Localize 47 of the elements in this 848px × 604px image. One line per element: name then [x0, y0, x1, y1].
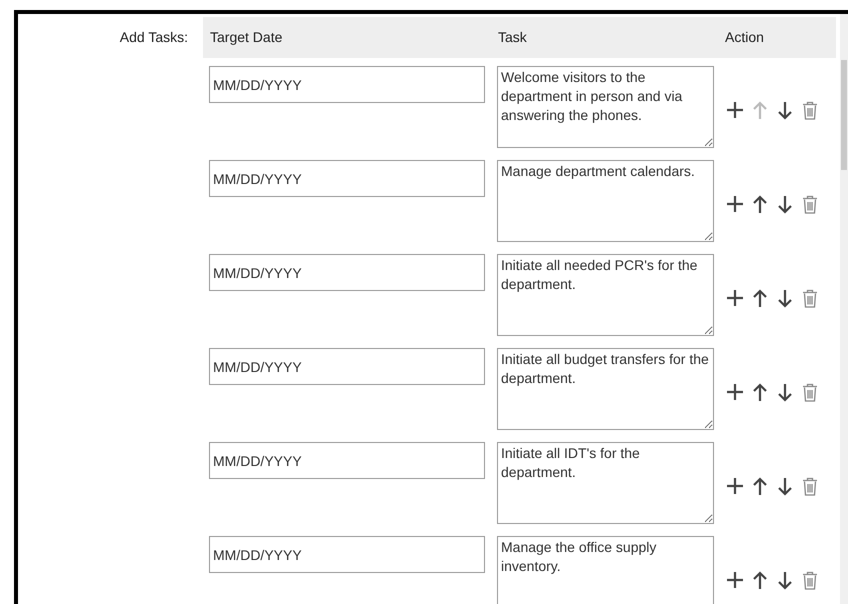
scrollbar-thumb[interactable] — [841, 60, 847, 170]
task-field[interactable]: Initiate all budget transfers for the department. — [497, 348, 714, 430]
trash-icon — [802, 194, 818, 214]
date-field[interactable]: MM/DD/YYYY — [209, 442, 485, 479]
date-field[interactable]: MM/DD/YYYY — [209, 160, 485, 197]
trash-icon — [802, 476, 818, 496]
plus-icon — [726, 477, 744, 495]
field-label: Add Tasks: — [120, 29, 188, 45]
arrow-up-icon — [753, 194, 767, 214]
trash-icon — [802, 288, 818, 308]
arrow-up-icon — [753, 288, 767, 308]
arrow-down-icon — [778, 194, 792, 214]
arrow-up-icon — [753, 382, 767, 402]
arrow-down-icon — [778, 382, 792, 402]
arrow-up-icon — [753, 476, 767, 496]
plus-icon — [726, 195, 744, 213]
arrow-down-icon — [778, 100, 792, 120]
column-header: Task — [498, 29, 527, 45]
add-button[interactable] — [724, 287, 746, 309]
column-header: Target Date — [210, 29, 282, 45]
task-field[interactable]: Initiate all IDT's for the department. — [497, 442, 714, 524]
add-button[interactable] — [724, 99, 746, 121]
plus-icon — [726, 571, 744, 589]
task-field[interactable]: Initiate all needed PCR's for the department. — [497, 254, 714, 336]
date-field[interactable]: MM/DD/YYYY — [209, 66, 485, 103]
add-button[interactable] — [724, 381, 746, 403]
task-field[interactable]: Manage the office supply inventory. — [497, 536, 714, 604]
plus-icon — [726, 383, 744, 401]
date-field[interactable]: MM/DD/YYYY — [209, 348, 485, 385]
arrow-up-icon — [753, 100, 767, 120]
date-field[interactable]: MM/DD/YYYY — [209, 254, 485, 291]
arrow-up-icon — [753, 570, 767, 590]
plus-icon — [726, 101, 744, 119]
arrow-down-icon — [778, 288, 792, 308]
task-field[interactable]: Manage department calendars. — [497, 160, 714, 242]
add-button[interactable] — [724, 475, 746, 497]
trash-icon — [802, 100, 818, 120]
task-field[interactable]: Welcome visitors to the department in person and via answering the phones. — [497, 66, 714, 148]
trash-icon — [802, 570, 818, 590]
arrow-down-icon — [778, 570, 792, 590]
trash-icon — [802, 382, 818, 402]
add-button[interactable] — [724, 193, 746, 215]
column-header: Action — [725, 29, 764, 45]
plus-icon — [726, 289, 744, 307]
add-button[interactable] — [724, 569, 746, 591]
arrow-down-icon — [778, 476, 792, 496]
date-field[interactable]: MM/DD/YYYY — [209, 536, 485, 573]
